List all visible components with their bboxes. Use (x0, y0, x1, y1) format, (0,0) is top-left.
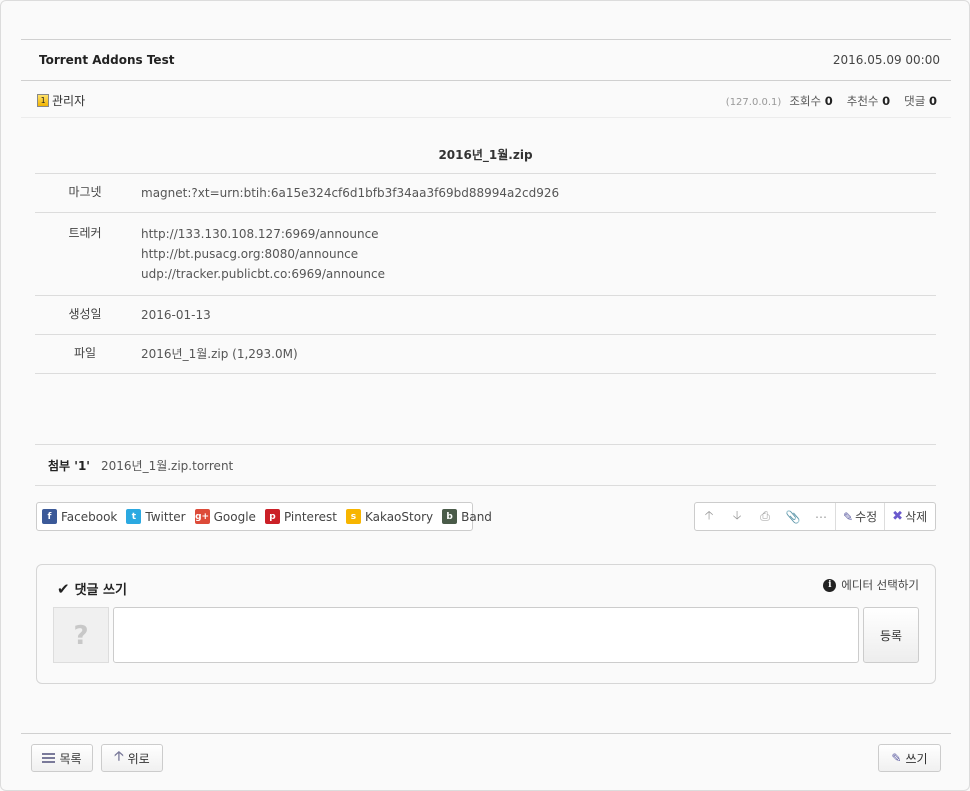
attachment-row: 첨부 '1' 2016년_1월.zip.torrent (35, 444, 936, 486)
torrent-row: 마그넷 magnet:?xt=urn:btih:6a15e324cf6d1bfb3… (35, 174, 936, 213)
pinterest-icon: p (264, 509, 280, 524)
share-band[interactable]: b Band (442, 509, 492, 524)
delete-button[interactable]: ✖ 삭제 (884, 503, 934, 530)
torrent-row-value: http://133.130.108.127:6969/announce http… (135, 213, 391, 295)
torrent-info-table: 2016년_1월.zip 마그넷 magnet:?xt=urn:btih:6a15… (35, 137, 936, 374)
comment-submit-button[interactable]: 등록 (863, 607, 919, 663)
torrent-value-line: magnet:?xt=urn:btih:6a15e324cf6d1bfb3f34… (141, 186, 560, 200)
share-label: Pinterest (283, 509, 337, 524)
share-label: Google (213, 509, 256, 524)
list-icon (42, 753, 56, 763)
share-label: Facebook (61, 509, 118, 524)
top-button[interactable]: 🡡 위로 (101, 744, 163, 772)
post-stats: (127.0.0.1) 조회수 0 추천수 0 댓글 0 (726, 93, 937, 109)
attachment-file-link[interactable]: 2016년_1월.zip.torrent (101, 457, 233, 474)
share-label: KakaoStory (364, 509, 434, 524)
arrow-up-icon: 🡡 (114, 749, 124, 764)
prev-post-icon[interactable]: 🡡 (695, 506, 723, 527)
recommend-stat: 추천수 0 (846, 94, 891, 108)
edit-button[interactable]: ✎ 수정 (835, 503, 884, 530)
post-title: Torrent Addons Test (39, 53, 175, 67)
comment-form-title: ✔ 댓글 쓰기 (57, 579, 127, 599)
info-icon: i (823, 578, 837, 592)
google-plus-icon: g+ (194, 509, 210, 524)
pencil-icon: ✎ (891, 751, 902, 765)
views-count: 0 (824, 94, 833, 108)
post-meta: 1 관리자 (127.0.0.1) 조회수 0 추천수 0 댓글 0 (21, 82, 951, 118)
attachment-icon[interactable]: 📎 (779, 510, 807, 524)
torrent-row-label: 트레커 (68, 226, 102, 240)
torrent-row-label: 마그넷 (68, 185, 102, 199)
share-label: Twitter (145, 509, 186, 524)
next-post-icon[interactable]: 🡣 (723, 506, 751, 527)
torrent-value-line: udp://tracker.publicbt.co:6969/announce (141, 267, 386, 281)
footer-divider (21, 733, 951, 734)
share-twitter[interactable]: t Twitter (126, 509, 186, 524)
torrent-row-label: 생성일 (68, 307, 102, 321)
torrent-value-line: 2016-01-13 (141, 308, 211, 322)
member-level-icon: 1 (37, 94, 49, 107)
torrent-value-line: http://133.130.108.127:6969/announce (141, 227, 379, 241)
check-icon: ✔ (57, 579, 70, 598)
post-date: 2016.05.09 00:00 (832, 53, 940, 67)
twitter-icon: t (126, 509, 142, 524)
share-label: Band (461, 509, 492, 524)
commenter-avatar: ? (53, 607, 109, 663)
torrent-row: 생성일 2016-01-13 (35, 296, 936, 335)
torrent-row-label: 파일 (73, 346, 97, 360)
post-header: Torrent Addons Test 2016.05.09 00:00 (21, 39, 951, 81)
torrent-row: 파일 2016년_1월.zip (1,293.0M) (35, 335, 936, 374)
more-icon[interactable]: ⋯ (807, 510, 835, 524)
delete-x-icon: ✖ (892, 509, 904, 524)
author[interactable]: 1 관리자 (37, 92, 85, 109)
kakaostory-icon: s (345, 509, 361, 524)
torrent-row-value: magnet:?xt=urn:btih:6a15e324cf6d1bfb3f34… (135, 174, 565, 212)
board-frame: Torrent Addons Test 2016.05.09 00:00 1 관… (0, 0, 970, 791)
band-icon: b (442, 509, 458, 524)
author-ip: (127.0.0.1) (725, 97, 782, 108)
attachment-label: 첨부 '1' (48, 458, 90, 473)
torrent-value-line: http://bt.pusacg.org:8080/announce (141, 247, 359, 261)
author-name: 관리자 (52, 94, 86, 108)
list-button[interactable]: 목록 (31, 744, 93, 772)
share-bar: f Facebook t Twitter g+ Google p Pinterest s Kaka… (36, 502, 492, 531)
pencil-icon: ✎ (843, 509, 854, 524)
recommend-count: 0 (882, 94, 891, 108)
comment-textarea[interactable] (113, 607, 859, 663)
comment-form: ✔ 댓글 쓰기 i 에디터 선택하기 ? 등록 (36, 564, 936, 684)
comments-count: 0 (928, 94, 937, 108)
post-tools: 🡡 🡣 ⎙ 📎 ⋯ ✎ 수정 ✖ 삭제 (694, 502, 936, 531)
facebook-icon: f (42, 509, 57, 524)
views-stat: 조회수 0 (789, 94, 833, 108)
write-button[interactable]: ✎ 쓰기 (878, 744, 941, 772)
torrent-name: 2016년_1월.zip (35, 137, 936, 174)
comments-stat: 댓글 0 (904, 94, 937, 108)
torrent-row-value: 2016-01-13 (135, 296, 217, 334)
share-google[interactable]: g+ Google (194, 509, 256, 524)
share-pinterest[interactable]: p Pinterest (264, 509, 337, 524)
share-facebook[interactable]: f Facebook (42, 509, 117, 524)
print-icon[interactable]: ⎙ (751, 509, 779, 524)
torrent-row-value: 2016년_1월.zip (1,293.0M) (135, 335, 304, 373)
share-kakaostory[interactable]: s KakaoStory (345, 509, 434, 524)
torrent-row: 트레커 http://133.130.108.127:6969/announce h… (35, 213, 936, 296)
editor-select-link[interactable]: i 에디터 선택하기 (823, 577, 919, 593)
torrent-value-line: 2016년_1월.zip (1,293.0M) (141, 347, 298, 361)
